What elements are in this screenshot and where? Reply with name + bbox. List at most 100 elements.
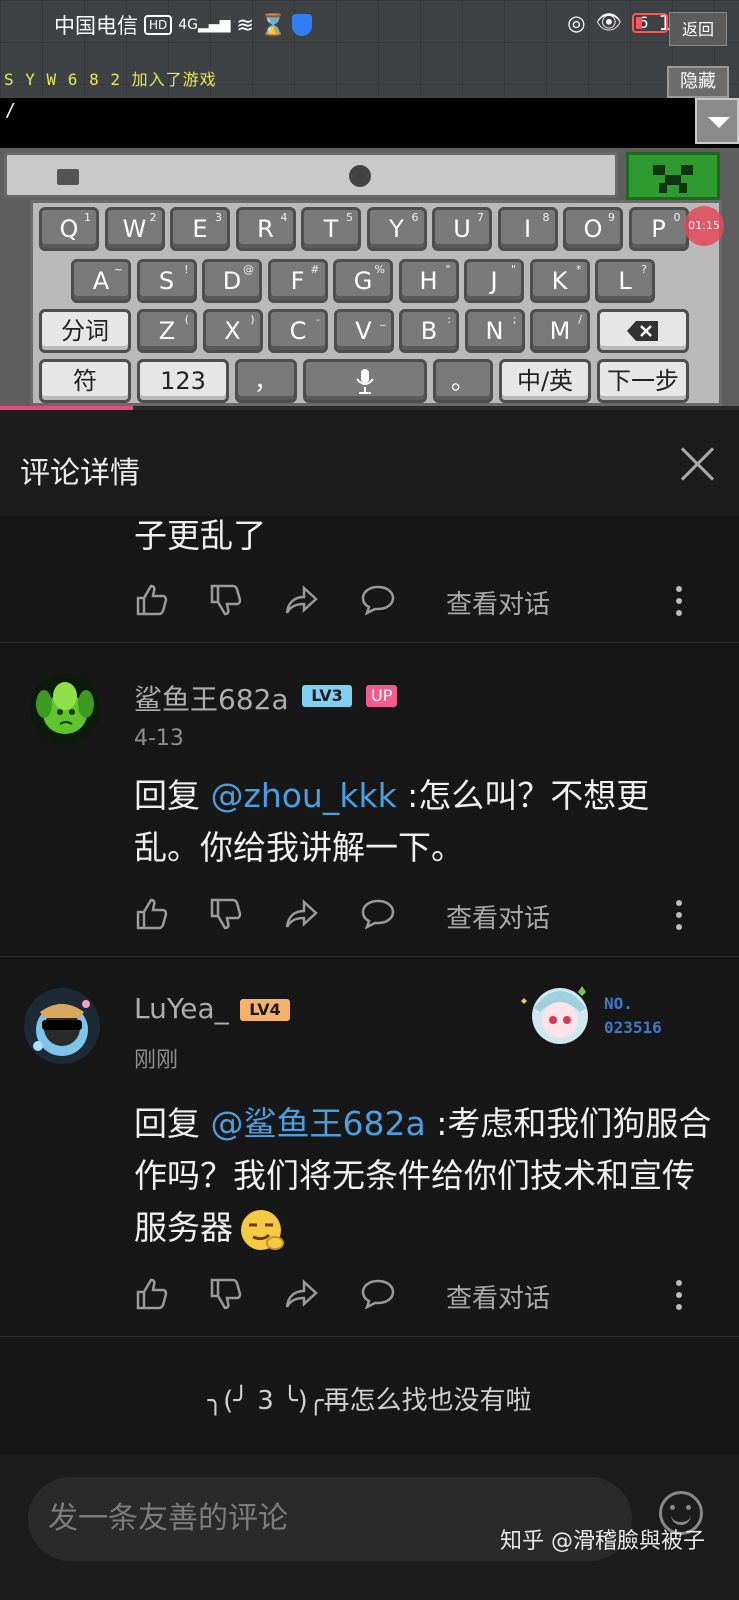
mention-link[interactable]: @zhou_kkk	[211, 776, 397, 815]
reply-prefix: 回复	[134, 776, 211, 815]
key-q[interactable]: Q1	[39, 207, 99, 251]
key-label: J	[490, 267, 498, 295]
avatar[interactable]	[24, 988, 100, 1064]
chevron-down-icon[interactable]	[695, 98, 739, 144]
username[interactable]: 鲨鱼王682a	[134, 678, 289, 718]
carrier-label: 中国电信	[54, 14, 138, 38]
key-h[interactable]: H "	[398, 259, 459, 303]
soft-keyboard: Q 1 W 2 E 3 R 4 T 5 Y 6 U 7 I 8 O 9 P 0 A ~ S! D @ F # G% H " J " K * L? 分词…	[0, 148, 739, 410]
reply-icon[interactable]	[360, 896, 396, 932]
mention-link[interactable]: @鲨鱼王682a	[211, 1104, 426, 1143]
dislike-icon[interactable]	[208, 1276, 244, 1312]
key-symbol: #	[310, 263, 320, 276]
key-g[interactable]: G%	[333, 259, 393, 303]
key-symbol: %	[374, 263, 385, 276]
key-c[interactable]: C-	[268, 309, 328, 353]
reply-icon[interactable]	[360, 1276, 396, 1312]
key-label: F	[290, 267, 305, 295]
key-label: E	[192, 215, 208, 243]
key-r[interactable]: R4	[235, 207, 296, 251]
key-j[interactable]: J "	[464, 259, 524, 303]
close-icon[interactable]	[677, 444, 717, 484]
recording-timer[interactable]: 01:15	[684, 206, 724, 246]
key-m[interactable]: M /	[530, 309, 590, 353]
key-i[interactable]: I8	[497, 207, 558, 251]
key-z[interactable]: Z(	[137, 309, 197, 353]
key-d[interactable]: D @	[202, 259, 262, 303]
key-symbol: "	[445, 263, 451, 276]
key-symbol: 2	[149, 211, 157, 224]
fan-medal[interactable]: NO. 023516	[520, 978, 710, 1050]
reply-icon[interactable]	[360, 582, 396, 618]
key-e[interactable]: E3	[170, 207, 230, 251]
more-options-icon[interactable]	[674, 1278, 682, 1312]
microphone-icon[interactable]	[303, 359, 427, 403]
key-symbol: -	[316, 313, 320, 326]
key-symbols[interactable]: 符	[39, 359, 131, 403]
level-badge: LV4	[240, 999, 290, 1021]
dislike-icon[interactable]	[208, 582, 244, 618]
like-icon[interactable]	[134, 582, 170, 618]
key-next[interactable]: 下一步	[597, 359, 689, 403]
key-label: U	[453, 215, 471, 243]
view-conversation-link[interactable]: 查看对话	[446, 584, 550, 621]
key-k[interactable]: K *	[529, 259, 590, 303]
hide-button[interactable]: 隐藏	[667, 66, 729, 98]
emoji-icon[interactable]	[349, 165, 371, 187]
hd-icon: HD	[144, 15, 173, 35]
key-w[interactable]: W2	[104, 207, 165, 251]
key-y[interactable]: Y6	[366, 207, 427, 251]
key-label: H	[419, 267, 438, 295]
key-t[interactable]: T5	[301, 207, 361, 251]
key-v[interactable]: V _	[333, 309, 394, 353]
key-b[interactable]: B:	[399, 309, 459, 353]
more-options-icon[interactable]	[674, 898, 682, 932]
key-label: A	[92, 267, 110, 295]
share-icon[interactable]	[284, 582, 320, 618]
key-label: Z	[158, 317, 176, 345]
key-u[interactable]: U7	[432, 207, 492, 251]
key-o[interactable]: O9	[563, 207, 623, 251]
more-options-icon[interactable]	[674, 584, 682, 618]
key-lang-switch[interactable]: 中/英	[499, 359, 591, 403]
share-icon[interactable]	[284, 896, 320, 932]
key-n[interactable]: N;	[464, 309, 525, 353]
game-join-message: S Y W 6 8 2 加入了游戏	[4, 70, 217, 89]
avatar[interactable]	[30, 674, 100, 744]
panel-title: 评论详情	[20, 456, 140, 491]
dislike-icon[interactable]	[208, 896, 244, 932]
key-label: W	[122, 215, 147, 243]
network-label: 4G	[178, 17, 199, 33]
key-period[interactable]: 。	[433, 359, 493, 403]
key-label: P	[651, 215, 666, 243]
keyboard-menu-icon[interactable]	[57, 169, 79, 185]
key-fenci[interactable]: 分词	[39, 309, 131, 353]
key-p[interactable]: P0	[628, 207, 689, 251]
view-conversation-link[interactable]: 查看对话	[446, 1278, 550, 1315]
key-x[interactable]: X)	[202, 309, 263, 353]
key-symbol: *	[576, 263, 582, 276]
key-s[interactable]: S!	[136, 259, 197, 303]
creeper-icon[interactable]	[626, 152, 720, 200]
key-label: 分词	[61, 317, 109, 345]
view-conversation-link[interactable]: 查看对话	[446, 898, 550, 935]
chat-input-bar[interactable]	[0, 98, 739, 148]
key-label: I	[523, 215, 532, 243]
key-label: G	[353, 267, 373, 295]
key-comma[interactable]: ，	[235, 359, 297, 403]
share-icon[interactable]	[284, 1276, 320, 1312]
key-f[interactable]: F #	[267, 259, 328, 303]
key-123[interactable]: 123	[137, 359, 229, 403]
key-a[interactable]: A ~	[71, 259, 131, 303]
like-icon[interactable]	[134, 1276, 170, 1312]
wifi-icon: ≋	[236, 13, 254, 37]
fan-no-value: 023516	[604, 1018, 662, 1037]
divider	[0, 1336, 739, 1337]
key-label: Q	[59, 215, 79, 243]
divider	[0, 956, 739, 957]
backspace-icon[interactable]	[597, 309, 689, 353]
username[interactable]: LuYea_	[134, 992, 229, 1025]
key-l[interactable]: L?	[595, 259, 655, 303]
like-icon[interactable]	[134, 896, 170, 932]
game-back-button[interactable]: 返回	[669, 12, 727, 46]
